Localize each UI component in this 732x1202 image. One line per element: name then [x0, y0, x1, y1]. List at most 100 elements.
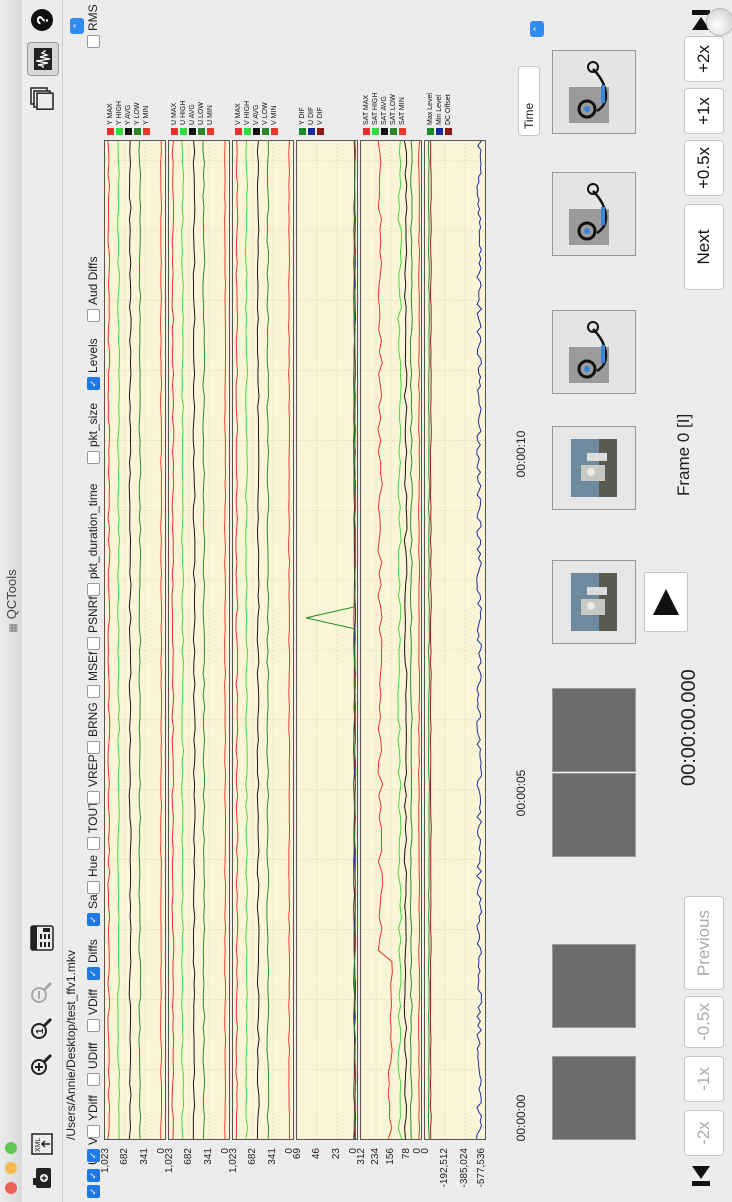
legend-entry[interactable]: Y DIF: [298, 107, 307, 135]
thumbnail-8-logo-icon[interactable]: [552, 172, 636, 256]
filter-tout-checkbox[interactable]: TOUT: [86, 801, 100, 850]
legend-entry[interactable]: V MAX: [234, 101, 243, 135]
graph-y-tick-label: 682: [118, 1148, 130, 1165]
filter-pkt-size-checkbox[interactable]: pkt_size: [86, 403, 100, 464]
legend-entry[interactable]: Y MIN: [142, 101, 151, 135]
graph-v-series-1: [245, 141, 249, 1139]
checkbox-box: [86, 309, 100, 322]
graph-y[interactable]: [104, 140, 166, 1140]
legend-entry[interactable]: U HIGH: [179, 101, 188, 135]
speed-label: +0.5x: [694, 146, 713, 190]
graph-diffs[interactable]: [296, 140, 358, 1140]
legend-entry[interactable]: V MIN: [270, 101, 279, 135]
legend-entry[interactable]: U MAX: [170, 101, 179, 135]
filter-vrep-checkbox[interactable]: VREP: [86, 754, 100, 804]
axis-mode-chevron-icon[interactable]: ⌃: [530, 21, 544, 37]
zoom-in-icon[interactable]: [28, 1050, 56, 1078]
legend-entry[interactable]: Max Level: [426, 93, 435, 135]
filter-sat-checkbox[interactable]: ✓ Sat: [86, 891, 100, 926]
thumbnail-7-logo-icon[interactable]: [552, 310, 636, 394]
legend-entry[interactable]: Y MAX: [106, 101, 115, 135]
graph-u[interactable]: [168, 140, 230, 1140]
graph-levels-series-2: [476, 141, 483, 1139]
legend-label: V HIGH: [243, 100, 251, 125]
speed-button-2[interactable]: -0.5x: [684, 996, 724, 1048]
speed-button-4[interactable]: +1x: [684, 88, 724, 134]
audio-waveform-icon[interactable]: [27, 42, 59, 76]
filter-pkt-duration-time-checkbox[interactable]: pkt_duration_time: [86, 484, 100, 596]
graph-sat[interactable]: [360, 140, 422, 1140]
filter-brng-checkbox[interactable]: BRNG: [86, 702, 100, 754]
filter-levels-checkbox[interactable]: ✓ Levels: [86, 338, 100, 390]
resize-knob[interactable]: [706, 8, 732, 36]
filter-rms-checkbox[interactable]: RMS: [86, 4, 100, 48]
filter-hue-checkbox[interactable]: Hue: [86, 855, 100, 894]
axis-mode-select[interactable]: Time: [518, 66, 540, 136]
checkbox-box: [86, 881, 100, 894]
thumbnail-1[interactable]: [552, 1056, 636, 1140]
legend-entry[interactable]: Y AVG: [124, 101, 133, 135]
legend-label: Y DIF: [298, 107, 306, 125]
graph-v-tick-label: 682: [246, 1148, 258, 1165]
filter-aud-diffs-checkbox[interactable]: Aud Diffs: [86, 257, 100, 322]
speed-button-0[interactable]: -2x: [684, 1110, 724, 1156]
help-icon[interactable]: ?: [28, 6, 56, 34]
legend-entry[interactable]: U MIN: [206, 101, 215, 135]
play-button[interactable]: [644, 572, 688, 632]
legend-entry[interactable]: Y HIGH: [115, 101, 124, 135]
next-button[interactable]: Next: [684, 204, 724, 290]
legend-entry[interactable]: V LOW: [261, 101, 270, 135]
thumbnail-2[interactable]: [552, 944, 636, 1028]
legend-entry[interactable]: U DIF: [307, 107, 316, 135]
graph-v[interactable]: [232, 140, 294, 1140]
thumbnail-4[interactable]: [552, 688, 636, 772]
skip-to-start-button[interactable]: [680, 1158, 722, 1194]
zoom-out-icon[interactable]: [28, 978, 56, 1006]
file-select-chevron-icon[interactable]: ⌃: [70, 18, 84, 34]
legend-entry[interactable]: Min Level: [435, 93, 444, 135]
speed-button-1[interactable]: -1x: [684, 1056, 724, 1102]
filter-vdiff-checkbox[interactable]: VDiff: [86, 989, 100, 1032]
filter-label: Diffs: [86, 939, 100, 963]
legend-entry[interactable]: DC Offset: [444, 93, 453, 135]
filter-label: VDiff: [86, 989, 100, 1015]
thumbnail-5-current[interactable]: [552, 560, 636, 644]
checkbox-box: [86, 451, 100, 464]
legend-label: SAT MIN: [398, 97, 406, 125]
legend-label: V MIN: [270, 105, 278, 125]
legend-entry[interactable]: V DIF: [316, 107, 325, 135]
legend-entry[interactable]: U LOW: [197, 101, 206, 135]
legend-entry[interactable]: SAT AVG: [380, 93, 389, 135]
windows-icon[interactable]: [28, 84, 56, 112]
speed-label: +1x: [694, 97, 713, 125]
legend-entry[interactable]: SAT LOW: [389, 93, 398, 135]
thumbnail-9-logo-icon[interactable]: [552, 50, 636, 134]
filter-ydiff-checkbox[interactable]: YDiff: [86, 1095, 100, 1138]
legend-swatch: [262, 128, 269, 135]
legend-entry[interactable]: SAT MIN: [398, 93, 407, 135]
export-xml-icon[interactable]: XML: [28, 1130, 56, 1158]
legend-entry[interactable]: SAT HIGH: [371, 93, 380, 135]
legend-entry[interactable]: U AVG: [188, 101, 197, 135]
checkmark-icon: ✓: [86, 1185, 100, 1198]
filters-table-icon[interactable]: [28, 924, 56, 952]
thumbnail-6[interactable]: [552, 426, 636, 510]
legend-entry[interactable]: V HIGH: [243, 101, 252, 135]
filter-udiff-checkbox[interactable]: UDiff: [86, 1043, 100, 1086]
open-file-icon[interactable]: [28, 1164, 56, 1192]
legend-label: U AVG: [188, 104, 196, 125]
previous-button[interactable]: Previous: [684, 896, 724, 990]
legend-entry[interactable]: V AVG: [252, 101, 261, 135]
filter-psnrf-checkbox[interactable]: PSNRf: [86, 596, 100, 650]
filter-diffs-checkbox[interactable]: ✓ Diffs: [86, 939, 100, 980]
zoom-reset-icon[interactable]: 1: [28, 1014, 56, 1042]
filter-msef-checkbox[interactable]: MSEf: [86, 652, 100, 698]
graph-levels[interactable]: [424, 140, 486, 1140]
thumbnail-3[interactable]: [552, 773, 636, 857]
filter-v-checkbox[interactable]: ✓ V: [86, 1137, 100, 1162]
checkbox-box: [86, 583, 100, 596]
speed-button-3[interactable]: +0.5x: [684, 140, 724, 196]
legend-entry[interactable]: SAT MAX: [362, 93, 371, 135]
legend-entry[interactable]: Y LOW: [133, 101, 142, 135]
speed-button-5[interactable]: +2x: [684, 36, 724, 82]
